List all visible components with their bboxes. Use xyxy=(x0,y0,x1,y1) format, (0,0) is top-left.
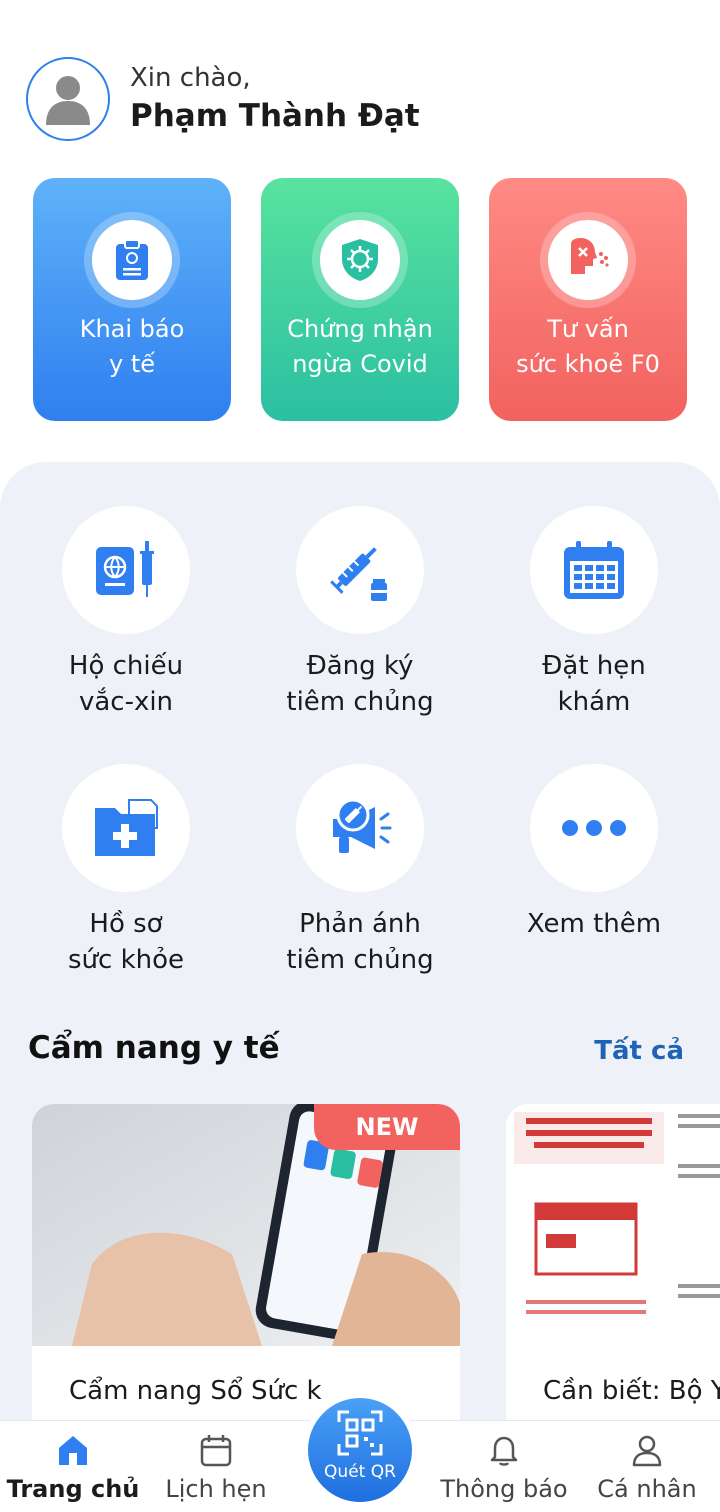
nav-notifications[interactable]: Thông báo xyxy=(434,1433,574,1503)
virus-shield-icon xyxy=(342,239,378,281)
article-title: Cần biết: Bộ Y xyxy=(543,1376,720,1406)
bell-icon xyxy=(490,1436,518,1466)
scan-qr-button[interactable]: Quét QR xyxy=(302,1392,418,1508)
service-label: Phản ánh tiêm chủng xyxy=(286,909,434,975)
card-label: Tư vấn sức khoẻ F0 xyxy=(516,315,660,378)
article-card[interactable]: NEW Cẩm nang Sổ Sức k xyxy=(32,1104,460,1444)
card-label: Khai báo y tế xyxy=(79,315,185,378)
medical-declaration-card[interactable]: Khai báo y tế xyxy=(33,178,231,421)
service-label: Xem thêm xyxy=(526,909,662,939)
megaphone-icon xyxy=(333,798,392,853)
greeting-header: Xin chào, Phạm Thành Đạt xyxy=(26,56,420,142)
vaccination-feedback-button[interactable]: Phản ánh tiêm chủng xyxy=(260,764,460,978)
medical-folder-icon xyxy=(95,799,158,856)
health-record-button[interactable]: Hồ sơ sức khỏe xyxy=(26,764,226,978)
service-label: Đăng ký tiêm chủng xyxy=(286,651,434,717)
person-icon xyxy=(632,1435,662,1467)
calendar-outline-icon xyxy=(200,1435,232,1467)
vaccine-passport-button[interactable]: Hộ chiếu vắc-xin xyxy=(26,506,226,720)
scan-qr-label: Quét QR xyxy=(324,1462,396,1482)
article-image xyxy=(506,1104,720,1346)
user-silhouette-icon xyxy=(46,76,90,125)
user-name: Phạm Thành Đạt xyxy=(130,98,420,134)
home-icon xyxy=(59,1436,87,1465)
greeting-text: Xin chào, xyxy=(130,63,251,93)
qr-code-icon xyxy=(337,1410,383,1456)
book-appointment-button[interactable]: Đặt hẹn khám xyxy=(494,506,694,720)
nav-home[interactable]: Trang chủ xyxy=(3,1433,143,1503)
nav-profile[interactable]: Cá nhân xyxy=(577,1433,717,1503)
covid-certificate-card[interactable]: Chứng nhận ngừa Covid xyxy=(261,178,459,421)
new-badge: NEW xyxy=(314,1104,460,1150)
cough-icon xyxy=(571,238,609,274)
handbook-title: Cẩm nang y tế xyxy=(28,1030,280,1066)
passport-syringe-icon xyxy=(96,541,154,597)
syringe-vial-icon xyxy=(330,547,387,601)
service-label: Đặt hẹn khám xyxy=(542,651,646,717)
see-more-button[interactable]: Xem thêm xyxy=(494,764,694,942)
nav-schedule[interactable]: Lịch hẹn xyxy=(146,1433,286,1503)
more-dots-icon xyxy=(562,820,626,836)
quick-action-cards: Khai báo y tế Chứng nhận ngừa Covid Tư v… xyxy=(33,178,687,421)
clipboard-icon xyxy=(116,239,148,280)
service-label: Hộ chiếu vắc-xin xyxy=(68,651,184,717)
vaccination-register-button[interactable]: Đăng ký tiêm chủng xyxy=(260,506,460,720)
card-label: Chứng nhận ngừa Covid xyxy=(287,315,433,378)
see-all-link[interactable]: Tất cả xyxy=(594,1036,684,1066)
calendar-icon xyxy=(564,541,624,599)
f0-consult-card[interactable]: Tư vấn sức khoẻ F0 xyxy=(489,178,687,421)
avatar[interactable] xyxy=(26,57,110,141)
article-card[interactable]: Cần biết: Bộ Y xyxy=(506,1104,720,1444)
article-title: Cẩm nang Sổ Sức k xyxy=(69,1376,322,1406)
service-label: Hồ sơ sức khỏe xyxy=(67,909,185,975)
